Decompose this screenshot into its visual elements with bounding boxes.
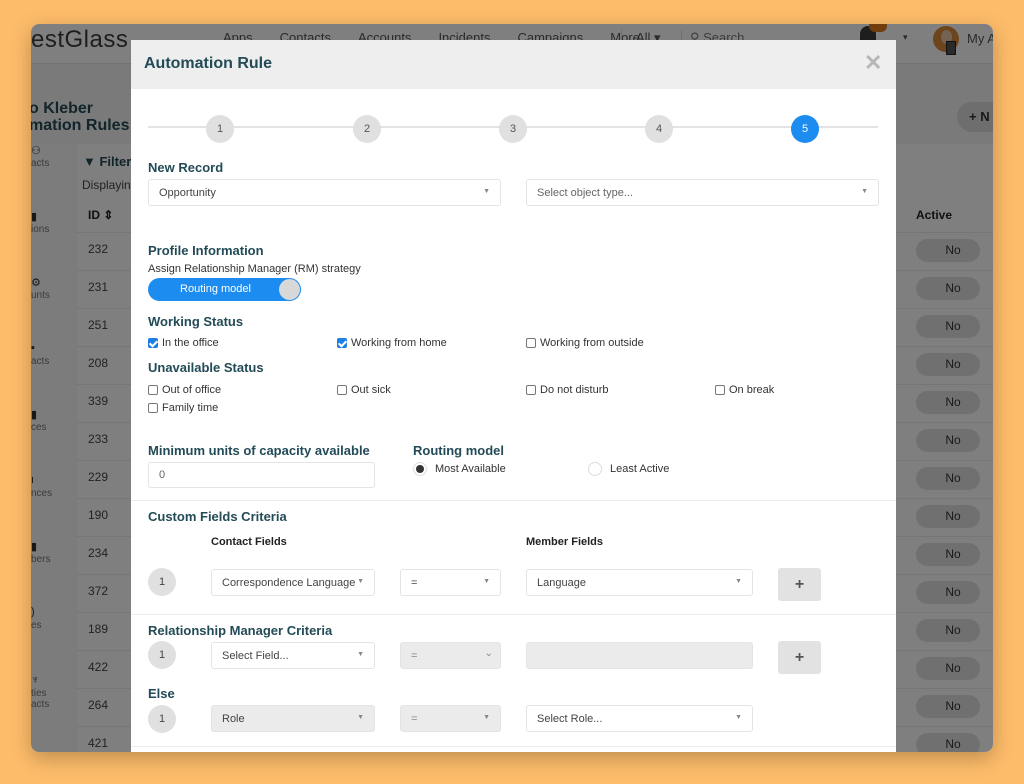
checkbox-label: Do not disturb [540,384,609,396]
operator-value: = [411,650,418,662]
criteria-row-number: 1 [148,641,176,669]
close-icon[interactable]: ✕ [864,52,882,74]
checkbox-out-of-office[interactable]: Out of office [148,384,221,396]
checkbox-working-from-home[interactable]: Working from home [337,337,447,349]
checkbox-label: Working from home [351,337,447,349]
member-field-select[interactable]: Language ▼ [526,569,753,596]
else-field-select[interactable]: Role ▼ [211,705,375,732]
contact-field-select[interactable]: Correspondence Language ▼ [211,569,375,596]
operator-value: = [411,713,418,725]
routing-model-toggle[interactable]: Routing model [148,278,301,301]
checkbox-on-break[interactable]: On break [715,384,774,396]
member-fields-label: Member Fields [526,536,604,548]
radio-most-available[interactable]: Most Available [413,462,506,476]
modal-title: Automation Rule [144,55,272,72]
caret-down-icon: ▼ [483,714,490,721]
checkbox-checked-icon[interactable] [148,338,158,348]
new-record-title: New Record [148,160,224,175]
else-operator-select[interactable]: = ▼ [400,705,501,732]
rm-field-select[interactable]: Select Field... ▼ [211,642,375,669]
checkbox-checked-icon[interactable] [337,338,347,348]
checkbox-label: On break [729,384,775,396]
checkbox-label: Out sick [351,384,391,396]
radio-label: Least Active [610,463,670,475]
checkbox-unchecked-icon[interactable] [148,385,158,395]
checkbox-label: Family time [162,402,219,414]
contact-fields-label: Contact Fields [211,536,287,548]
checkbox-do-not-disturb[interactable]: Do not disturb [526,384,608,396]
rm-operator-select[interactable]: = ⌄ [400,642,501,669]
operator-value: = [411,577,418,589]
profile-information-title: Profile Information [148,243,264,258]
step-2[interactable]: 2 [353,115,381,143]
criteria-row-number: 1 [148,705,176,733]
step-3[interactable]: 3 [499,115,527,143]
caret-down-icon: ▼ [735,714,742,721]
rm-field-placeholder: Select Field... [222,650,289,662]
toggle-knob[interactable] [279,279,300,300]
capacity-input[interactable]: 0 [148,462,375,488]
checkbox-working-from-outside[interactable]: Working from outside [526,337,644,349]
step-5[interactable]: 5 [791,115,819,143]
radio-label: Most Available [435,463,506,475]
record-type-select[interactable]: Opportunity ▼ [148,179,501,206]
rm-value-input[interactable] [526,642,753,669]
checkbox-label: Working from outside [540,337,644,349]
radio-selected-icon[interactable] [413,462,427,476]
step-1[interactable]: 1 [206,115,234,143]
checkbox-unchecked-icon[interactable] [715,385,725,395]
role-select[interactable]: Select Role... ▼ [526,705,753,732]
checkbox-out-sick[interactable]: Out sick [337,384,391,396]
checkbox-label: Out of office [162,384,222,396]
criteria-row-number: 1 [148,568,176,596]
add-criteria-button[interactable]: + [778,568,821,601]
object-type-select[interactable]: Select object type... ▼ [526,179,879,206]
checkbox-family-time[interactable]: Family time [148,402,218,414]
radio-unselected-icon[interactable] [588,462,602,476]
divider [131,614,896,615]
checkbox-unchecked-icon[interactable] [526,385,536,395]
custom-fields-title: Custom Fields Criteria [148,509,287,524]
caret-down-icon: ▼ [357,578,364,585]
routing-model-title: Routing model [413,443,504,458]
step-4[interactable]: 4 [645,115,673,143]
checkbox-in-the-office[interactable]: In the office [148,337,219,349]
member-field-value: Language [537,577,586,589]
else-title: Else [148,686,175,701]
caret-down-icon: ▼ [483,578,490,585]
checkbox-label: In the office [162,337,219,349]
radio-least-active[interactable]: Least Active [588,462,669,476]
operator-select[interactable]: = ▼ [400,569,501,596]
contact-field-value: Correspondence Language [222,577,356,589]
record-type-value: Opportunity [159,187,216,199]
chevron-down-icon: ⌄ [484,648,493,659]
rm-criteria-title: Relationship Manager Criteria [148,623,333,638]
caret-down-icon: ▼ [483,188,490,195]
working-status-title: Working Status [148,314,244,329]
checkbox-unchecked-icon[interactable] [337,385,347,395]
rm-strategy-label: Assign Relationship Manager (RM) strateg… [148,263,361,275]
checkbox-unchecked-icon[interactable] [526,338,536,348]
role-placeholder: Select Role... [537,713,603,725]
toggle-label: Routing model [180,283,251,295]
else-field-value: Role [222,713,245,725]
unavailable-status-title: Unavailable Status [148,360,264,375]
checkbox-unchecked-icon[interactable] [148,403,158,413]
modal-header: Automation Rule ✕ [131,40,896,89]
divider [131,746,896,747]
caret-down-icon: ▼ [357,714,364,721]
capacity-title: Minimum units of capacity available [148,443,370,458]
add-rm-criteria-button[interactable]: + [778,641,821,674]
caret-down-icon: ▼ [861,188,868,195]
divider [131,500,896,501]
caret-down-icon: ▼ [357,651,364,658]
object-type-placeholder: Select object type... [537,187,633,199]
automation-rule-modal: Automation Rule ✕ 1 2 3 4 5 New Record O… [131,40,896,752]
caret-down-icon: ▼ [735,578,742,585]
